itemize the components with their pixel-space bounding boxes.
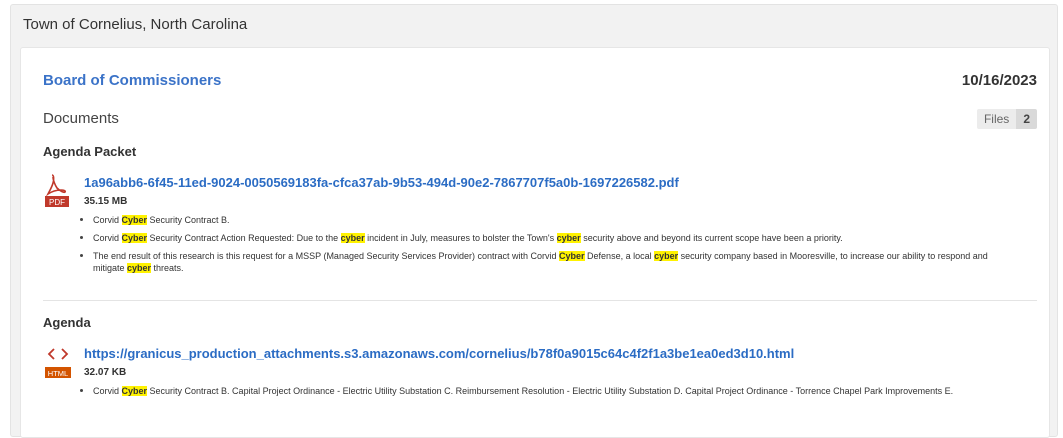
snippet-text: Corvid xyxy=(93,215,122,225)
doc-group-title: Agenda Packet xyxy=(43,144,137,159)
snippet-item: Corvid Cyber Security Contract Action Re… xyxy=(73,232,1018,244)
snippet-text: security above and beyond its current sc… xyxy=(580,233,843,243)
keyword-highlight: Cyber xyxy=(559,251,585,261)
snippet-text: Corvid xyxy=(93,386,122,396)
files-count: 2 xyxy=(1016,109,1037,129)
file-size: 35.15 MB xyxy=(84,196,128,207)
keyword-highlight: Cyber xyxy=(121,215,148,225)
snippet-text: Security Contract Action Requested: Due … xyxy=(147,233,341,243)
snippet-text: threats. xyxy=(151,263,184,273)
snippet-text: Security Contract B. xyxy=(147,215,230,225)
snippet-list: Corvid Cyber Security Contract B. Corvid … xyxy=(73,214,1018,280)
html-icon[interactable]: HTML xyxy=(45,343,73,379)
snippet-text: Corvid xyxy=(93,233,122,243)
snippet-text: The end result of this research is this … xyxy=(93,251,560,261)
keyword-highlight: Cyber xyxy=(121,386,148,396)
meeting-date: 10/16/2023 xyxy=(961,72,1037,89)
meeting-card: Board of Commissioners 10/16/2023 Docume… xyxy=(20,47,1050,438)
keyword-highlight: cyber xyxy=(340,233,365,243)
organization-title: Town of Cornelius, North Carolina xyxy=(23,16,248,33)
file-link-html[interactable]: https://granicus_production_attachments.… xyxy=(84,346,794,361)
keyword-highlight: cyber xyxy=(127,263,152,273)
file-link-pdf[interactable]: 1a96abb6-6f45-11ed-9024-0050569183fa-cfc… xyxy=(84,175,679,190)
keyword-highlight: Cyber xyxy=(121,233,148,243)
divider xyxy=(43,300,1037,301)
pdf-icon-label: PDF xyxy=(49,198,65,207)
keyword-highlight: cyber xyxy=(556,233,581,243)
files-label: Files xyxy=(976,109,1017,129)
snippet-text: Security Contract B. Capital Project Ord… xyxy=(147,386,954,396)
keyword-highlight: cyber xyxy=(654,251,679,261)
doc-group-title: Agenda xyxy=(43,315,91,330)
snippet-text: Defense, a local xyxy=(584,251,655,261)
snippet-text: incident in July, measures to bolster th… xyxy=(364,233,557,243)
file-size: 32.07 KB xyxy=(84,367,127,378)
snippet-list: Corvid Cyber Security Contract B. Capita… xyxy=(73,385,1018,403)
snippet-item: Corvid Cyber Security Contract B. Capita… xyxy=(73,385,1018,397)
snippet-item: Corvid Cyber Security Contract B. xyxy=(73,214,1018,226)
documents-heading: Documents xyxy=(43,110,119,127)
snippet-item: The end result of this research is this … xyxy=(73,250,1018,274)
files-count-badge: Files 2 xyxy=(976,109,1037,129)
html-icon-label: HTML xyxy=(48,369,68,378)
results-panel: Town of Cornelius, North Carolina Board … xyxy=(10,4,1058,438)
meeting-body-link[interactable]: Board of Commissioners xyxy=(43,72,221,89)
pdf-icon[interactable]: PDF xyxy=(45,172,73,208)
